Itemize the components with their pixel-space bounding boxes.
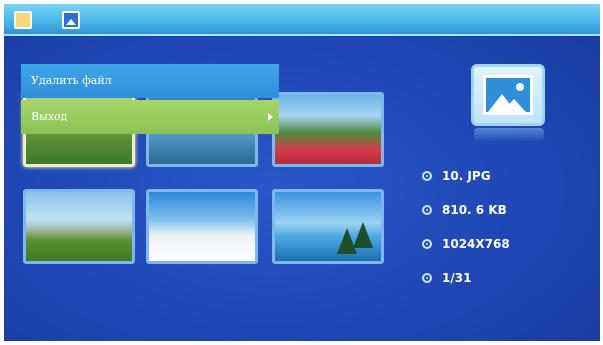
menu-item-delete-file[interactable]: Удалить файл [21,64,279,98]
preview-reflection [474,128,544,142]
menu-item-label: Удалить файл [31,74,112,87]
thumbnail-flowers-mountain[interactable] [272,92,384,167]
menu-item-exit[interactable]: Выход [21,100,279,134]
bullet-icon [422,239,432,249]
thumbnail-tropical-island[interactable] [272,189,384,264]
file-info-panel: 10. JPG 810. 6 KB 1024X768 1/31 [422,166,510,302]
photo-browser-screen: Удалить файл Выход 10. JPG 810. 6 KB 102… [4,4,600,341]
image-preview-icon [471,64,545,126]
info-resolution: 1024X768 [422,234,510,268]
bullet-icon [422,273,432,283]
palm-tree-shape [353,222,373,248]
info-filename: 10. JPG [422,166,510,200]
mountain-shape [502,99,526,112]
size-value: 810. 6 KB [442,203,507,217]
picture-icon [483,75,533,115]
position-value: 1/31 [442,271,472,285]
bullet-icon [422,205,432,215]
folder-icon[interactable] [14,11,32,29]
thumbnail-field[interactable] [23,189,135,264]
context-menu: Удалить файл Выход [21,64,279,134]
sun-shape [516,83,524,91]
resolution-value: 1024X768 [442,237,510,251]
bullet-icon [422,171,432,181]
filename-value: 10. JPG [442,169,491,183]
chevron-right-icon [268,113,273,121]
thumbnail-snow-trees[interactable] [146,189,258,264]
photo-icon[interactable] [62,11,80,29]
info-position: 1/31 [422,268,510,302]
top-toolbar [4,4,600,36]
info-size: 810. 6 KB [422,200,510,234]
menu-item-label: Выход [31,110,68,123]
